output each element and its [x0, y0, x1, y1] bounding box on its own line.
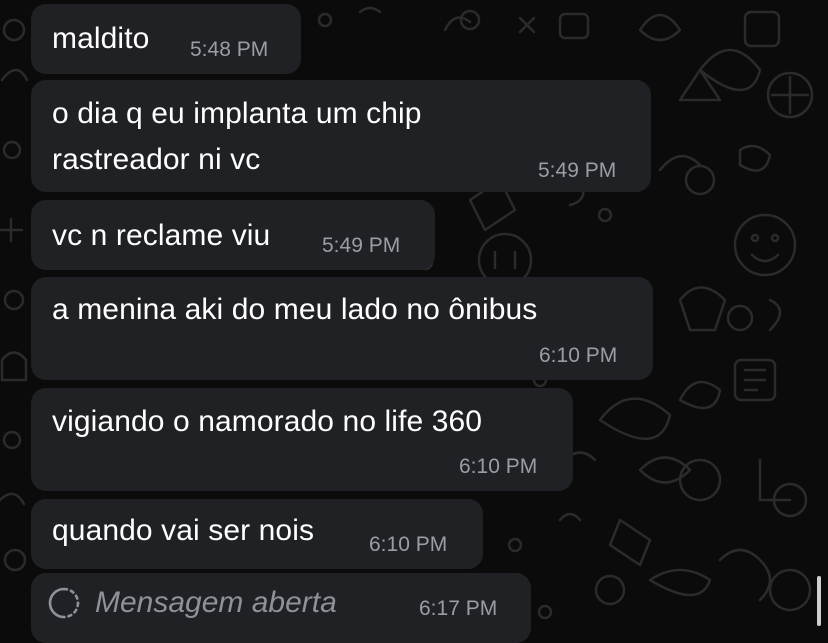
message-bubble[interactable]: maldito 5:48 PM [31, 4, 301, 74]
scrollbar[interactable] [817, 576, 821, 626]
message-timestamp: 5:49 PM [538, 159, 617, 182]
message-timestamp: 5:48 PM [190, 38, 269, 61]
message-text: vc n reclame viu [52, 219, 271, 252]
message-text: maldito [52, 22, 150, 55]
message-timestamp: 6:17 PM [419, 597, 498, 620]
message-timestamp: 6:10 PM [459, 455, 538, 478]
message-text: a menina aki do meu lado no ônibus [52, 293, 538, 326]
message-text: quando vai ser nois [52, 514, 315, 547]
message-text: o dia q eu implanta um chip [52, 97, 422, 130]
view-once-label: Mensagem aberta [95, 586, 337, 619]
message-bubble[interactable]: o dia q eu implanta um chip rastreador n… [31, 80, 651, 192]
message-bubble[interactable]: vigiando o namorado no life 360 6:10 PM [31, 388, 573, 491]
message-bubble[interactable]: quando vai ser nois 6:10 PM [31, 499, 483, 569]
message-timestamp: 6:10 PM [539, 344, 618, 367]
message-timestamp: 5:49 PM [322, 234, 401, 257]
message-timestamp: 6:10 PM [369, 533, 448, 556]
message-bubble[interactable]: vc n reclame viu 5:49 PM [31, 200, 435, 270]
message-text: vigiando o namorado no life 360 [52, 405, 483, 438]
view-once-icon [48, 587, 80, 619]
message-text: rastreador ni vc [52, 143, 261, 176]
message-bubble[interactable]: a menina aki do meu lado no ônibus 6:10 … [31, 277, 653, 380]
